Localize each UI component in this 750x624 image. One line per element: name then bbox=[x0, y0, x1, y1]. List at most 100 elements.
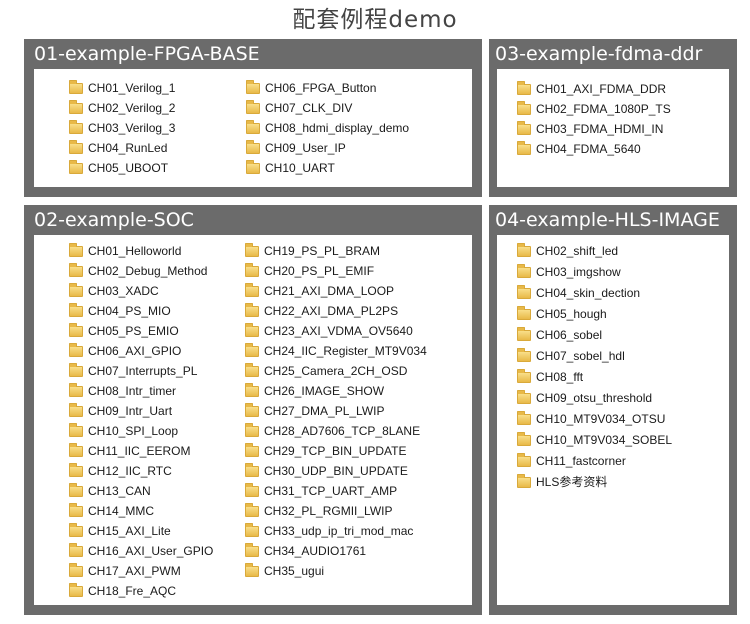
folder-label: CH19_PS_PL_BRAM bbox=[264, 244, 381, 258]
folder-item[interactable]: CH21_AXI_DMA_LOOP bbox=[245, 281, 427, 301]
folder-item[interactable]: CH02_Verilog_2 bbox=[69, 98, 175, 118]
folder-icon bbox=[517, 306, 531, 320]
folder-list: CH19_PS_PL_BRAM CH20_PS_PL_EMIF CH21_AXI_D… bbox=[245, 241, 427, 581]
folder-item[interactable]: CH05_UBOOT bbox=[69, 158, 175, 178]
folder-item[interactable]: CH03_imgshow bbox=[517, 262, 672, 283]
folder-label: CH31_TCP_UART_AMP bbox=[264, 484, 398, 498]
folder-item[interactable]: CH14_MMC bbox=[69, 501, 213, 521]
folder-item[interactable]: CH10_UART bbox=[246, 158, 409, 178]
folder-item[interactable]: CH03_Verilog_3 bbox=[69, 118, 175, 138]
folder-item[interactable]: CH05_hough bbox=[517, 304, 672, 325]
folder-item[interactable]: CH18_Fre_AQC bbox=[69, 581, 213, 601]
folder-label: CH32_PL_RGMII_LWIP bbox=[264, 504, 393, 518]
folder-item[interactable]: CH27_DMA_PL_LWIP bbox=[245, 401, 427, 421]
folder-item[interactable]: CH04_PS_MIO bbox=[69, 301, 213, 321]
folder-item[interactable]: CH35_ugui bbox=[245, 561, 427, 581]
folder-item[interactable]: CH10_MT9V034_SOBEL bbox=[517, 430, 672, 451]
folder-item[interactable]: CH03_XADC bbox=[69, 281, 213, 301]
folder-item[interactable]: CH25_Camera_2CH_OSD bbox=[245, 361, 427, 381]
folder-label: CH06_sobel bbox=[536, 328, 603, 342]
folder-icon bbox=[517, 348, 531, 362]
folder-label: CH08_hdmi_display_demo bbox=[265, 121, 410, 135]
folder-label: CH06_AXI_GPIO bbox=[88, 344, 182, 358]
folder-item[interactable]: CH10_SPI_Loop bbox=[69, 421, 213, 441]
folder-item[interactable]: CH15_AXI_Lite bbox=[69, 521, 213, 541]
folder-item[interactable]: CH33_udp_ip_tri_mod_mac bbox=[245, 521, 427, 541]
folder-icon bbox=[245, 482, 259, 497]
folder-item[interactable]: CH22_AXI_DMA_PL2PS bbox=[245, 301, 427, 321]
folder-item[interactable]: CH30_UDP_BIN_UPDATE bbox=[245, 461, 427, 481]
folder-item[interactable]: CH20_PS_PL_EMIF bbox=[245, 261, 427, 281]
folder-icon bbox=[69, 542, 83, 557]
folder-label: CH05_UBOOT bbox=[88, 161, 169, 175]
folder-item[interactable]: CH23_AXI_VDMA_OV5640 bbox=[245, 321, 427, 341]
folder-item[interactable]: CH04_skin_dection bbox=[517, 283, 672, 304]
folder-item[interactable]: CH04_FDMA_5640 bbox=[517, 139, 671, 159]
folder-icon bbox=[517, 327, 531, 341]
folder-icon bbox=[517, 140, 531, 155]
folder-label: CH29_TCP_BIN_UPDATE bbox=[264, 444, 407, 458]
folder-icon bbox=[69, 382, 83, 397]
folder-item[interactable]: CH08_fft bbox=[517, 367, 672, 388]
folder-label: CH07_sobel_hdl bbox=[536, 349, 625, 363]
folder-item[interactable]: CH34_AUDIO1761 bbox=[245, 541, 427, 561]
folder-item[interactable]: CH11_fastcorner bbox=[517, 451, 672, 472]
folder-item[interactable]: CH09_otsu_threshold bbox=[517, 388, 672, 409]
folder-item[interactable]: CH06_AXI_GPIO bbox=[69, 341, 213, 361]
folder-label: CH35_ugui bbox=[264, 564, 325, 578]
folder-item[interactable]: CH01_Helloworld bbox=[69, 241, 213, 261]
folder-label: CH16_AXI_User_GPIO bbox=[88, 544, 214, 558]
folder-icon bbox=[517, 264, 531, 278]
folder-label: CH10_UART bbox=[265, 161, 335, 175]
folder-icon bbox=[245, 382, 259, 397]
folder-item[interactable]: CH10_MT9V034_OTSU bbox=[517, 409, 672, 430]
folder-item[interactable]: CH16_AXI_User_GPIO bbox=[69, 541, 213, 561]
folder-item[interactable]: CH07_Interrupts_PL bbox=[69, 361, 213, 381]
folder-item[interactable]: HLS参考资料 bbox=[517, 472, 672, 493]
folder-item[interactable]: CH04_RunLed bbox=[69, 138, 175, 158]
folder-item[interactable]: CH19_PS_PL_BRAM bbox=[245, 241, 427, 261]
folder-label: CH04_FDMA_5640 bbox=[536, 142, 641, 156]
folder-item[interactable]: CH08_hdmi_display_demo bbox=[246, 118, 409, 138]
folder-icon bbox=[69, 402, 83, 417]
folder-icon bbox=[517, 80, 531, 95]
folder-item[interactable]: CH03_FDMA_HDMI_IN bbox=[517, 119, 671, 139]
folder-label: CH14_MMC bbox=[88, 504, 155, 518]
folder-item[interactable]: CH12_IIC_RTC bbox=[69, 461, 213, 481]
folder-item[interactable]: CH01_Verilog_1 bbox=[69, 78, 175, 98]
folder-label: CH09_otsu_threshold bbox=[536, 391, 653, 405]
folder-label: CH04_PS_MIO bbox=[88, 304, 171, 318]
folder-item[interactable]: CH28_AD7606_TCP_8LANE bbox=[245, 421, 427, 441]
folder-icon bbox=[245, 462, 259, 477]
folder-label: CH01_Helloworld bbox=[88, 244, 182, 258]
folder-item[interactable]: CH02_Debug_Method bbox=[69, 261, 213, 281]
folder-item[interactable]: CH26_IMAGE_SHOW bbox=[245, 381, 427, 401]
panel-title: 02-example-SOC bbox=[34, 209, 194, 231]
folder-label: CH23_AXI_VDMA_OV5640 bbox=[264, 324, 413, 338]
folder-label: CH28_AD7606_TCP_8LANE bbox=[264, 424, 421, 438]
folder-icon bbox=[245, 542, 259, 557]
folder-item[interactable]: CH02_FDMA_1080P_TS bbox=[517, 99, 671, 119]
folder-item[interactable]: CH02_shift_led bbox=[517, 241, 672, 262]
folder-icon bbox=[69, 522, 83, 537]
folder-item[interactable]: CH29_TCP_BIN_UPDATE bbox=[245, 441, 427, 461]
folder-item[interactable]: CH32_PL_RGMII_LWIP bbox=[245, 501, 427, 521]
folder-item[interactable]: CH06_FPGA_Button bbox=[246, 78, 409, 98]
folder-item[interactable]: CH07_CLK_DIV bbox=[246, 98, 409, 118]
folder-item[interactable]: CH31_TCP_UART_AMP bbox=[245, 481, 427, 501]
folder-item[interactable]: CH11_IIC_EEROM bbox=[69, 441, 213, 461]
folder-label: CH22_AXI_DMA_PL2PS bbox=[264, 304, 399, 318]
folder-item[interactable]: CH13_CAN bbox=[69, 481, 213, 501]
folder-item[interactable]: CH09_Intr_Uart bbox=[69, 401, 213, 421]
folder-item[interactable]: CH01_AXI_FDMA_DDR bbox=[517, 79, 671, 99]
folder-icon bbox=[69, 119, 83, 134]
folder-item[interactable]: CH07_sobel_hdl bbox=[517, 346, 672, 367]
folder-item[interactable]: CH08_Intr_timer bbox=[69, 381, 213, 401]
folder-item[interactable]: CH06_sobel bbox=[517, 325, 672, 346]
folder-label: HLS参考资料 bbox=[536, 475, 608, 489]
folder-item[interactable]: CH24_IIC_Register_MT9V034 bbox=[245, 341, 427, 361]
folder-item[interactable]: CH09_User_IP bbox=[246, 138, 409, 158]
folder-item[interactable]: CH17_AXI_PWM bbox=[69, 561, 213, 581]
folder-item[interactable]: CH05_PS_EMIO bbox=[69, 321, 213, 341]
folder-icon bbox=[246, 79, 260, 94]
